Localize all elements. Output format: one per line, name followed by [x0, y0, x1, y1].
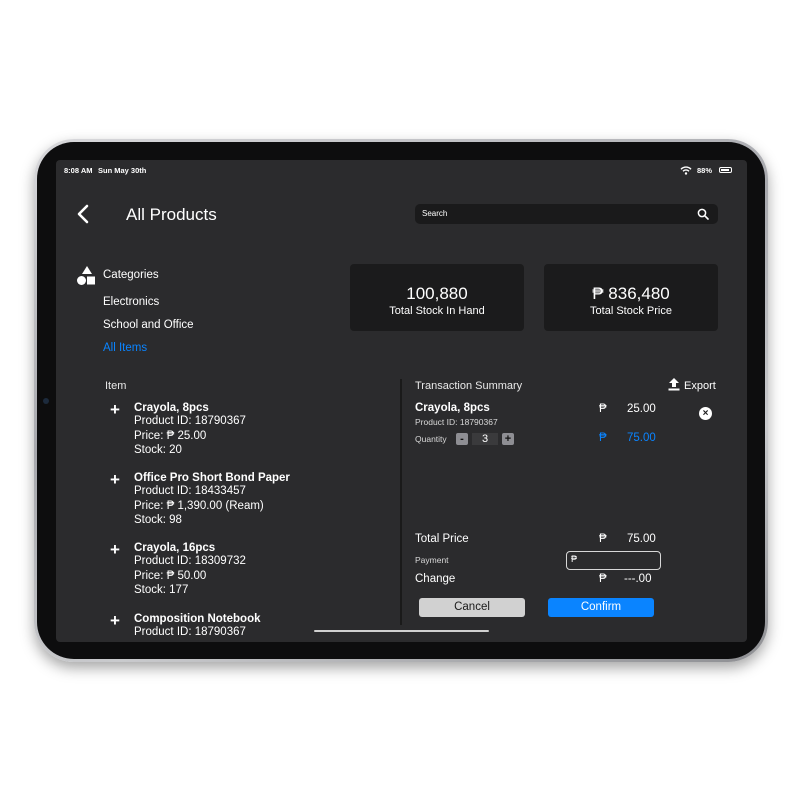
shapes-icon	[77, 266, 95, 285]
search-placeholder: Search	[422, 209, 448, 218]
total-price-label: Total Price	[415, 533, 469, 545]
status-time: 8:08 AM	[64, 166, 93, 175]
item-stock: Stock: 98	[134, 514, 182, 526]
item-stock: Stock: 20	[134, 444, 182, 456]
item-price: Price: ₱ 25.00	[134, 429, 207, 442]
add-item-icon[interactable]: +	[110, 400, 120, 420]
change-label: Change	[415, 573, 456, 585]
unit-price-currency: ₱	[599, 403, 607, 415]
home-indicator[interactable]	[314, 630, 489, 632]
quantity-label: Quantity	[415, 434, 447, 444]
total-price-card: ₱ 836,480 Total Stock Price	[544, 264, 718, 331]
total-price-value: 75.00	[627, 533, 656, 545]
add-item-icon[interactable]: +	[110, 611, 120, 631]
transaction-summary-heading: Transaction Summary	[415, 380, 523, 392]
unit-price: 25.00	[627, 403, 656, 415]
confirm-button[interactable]: Confirm	[548, 598, 654, 617]
remove-item-icon[interactable]: ×	[699, 407, 712, 420]
quantity-increase-button[interactable]: +	[502, 433, 514, 445]
search-input[interactable]: Search	[415, 204, 718, 224]
line-total: 75.00	[627, 432, 656, 444]
add-item-icon[interactable]: +	[110, 470, 120, 490]
payment-input[interactable]: ₱	[566, 551, 661, 570]
quantity-decrease-button[interactable]: -	[456, 433, 468, 445]
front-camera	[43, 398, 49, 404]
item-product-id: Product ID: 18790367	[134, 415, 246, 427]
total-price-currency: ₱	[599, 533, 607, 545]
list-item[interactable]: Composition Notebook Product ID: 1879036…	[134, 613, 261, 640]
battery-icon	[719, 167, 732, 173]
item-price: Price: ₱ 50.00	[134, 569, 207, 582]
change-currency: ₱	[599, 573, 607, 585]
panel-divider	[400, 379, 402, 625]
export-label: Export	[684, 380, 716, 392]
cancel-button[interactable]: Cancel	[419, 598, 525, 617]
app-screen: 8:08 AM Sun May 30th 88% All Products Se…	[56, 160, 747, 642]
list-item[interactable]: Crayola, 16pcs Product ID: 18309732 Pric…	[134, 542, 246, 598]
wifi-icon	[680, 166, 692, 175]
change-value: ---.00	[624, 573, 652, 585]
total-stock-price-value: ₱ 836,480	[592, 284, 670, 303]
page-title: All Products	[126, 205, 217, 224]
item-name: Composition Notebook	[134, 613, 261, 625]
item-name: Crayola, 8pcs	[134, 402, 209, 414]
battery-percent: 88%	[697, 166, 713, 175]
item-stock: Stock: 177	[134, 584, 189, 596]
list-item[interactable]: Office Pro Short Bond Paper Product ID: …	[134, 472, 290, 528]
item-name: Office Pro Short Bond Paper	[134, 472, 290, 484]
total-stock-price-label: Total Stock Price	[590, 305, 672, 317]
category-school-and-office[interactable]: School and Office	[103, 319, 194, 331]
item-product-id: Product ID: 18309732	[134, 555, 246, 567]
item-product-id: Product ID: 18433457	[134, 485, 246, 497]
categories-heading: Categories	[103, 269, 159, 281]
payment-currency: ₱	[571, 554, 578, 564]
total-stock-card: 100,880 Total Stock In Hand	[350, 264, 524, 331]
add-item-icon[interactable]: +	[110, 540, 120, 560]
item-name: Crayola, 16pcs	[134, 542, 216, 554]
list-item[interactable]: Crayola, 8pcs Product ID: 18790367 Price…	[134, 402, 246, 458]
item-list-heading: Item	[105, 380, 127, 392]
item-product-id: Product ID: 18790367	[134, 626, 246, 638]
total-stock-label: Total Stock In Hand	[389, 305, 485, 317]
summary-item-name: Crayola, 8pcs	[415, 402, 490, 414]
category-all-items[interactable]: All Items	[103, 342, 147, 354]
item-price: Price: ₱ 1,390.00 (Ream)	[134, 499, 264, 512]
back-chevron-icon[interactable]	[76, 204, 90, 224]
line-total-currency: ₱	[599, 432, 607, 444]
search-icon	[697, 208, 709, 220]
category-electronics[interactable]: Electronics	[103, 296, 159, 308]
total-stock-value: 100,880	[406, 284, 468, 303]
payment-label: Payment	[415, 555, 449, 565]
upload-icon	[668, 378, 680, 391]
quantity-value[interactable]: 3	[472, 433, 498, 445]
status-date: Sun May 30th	[98, 166, 147, 175]
summary-item-product-id: Product ID: 18790367	[415, 417, 498, 427]
